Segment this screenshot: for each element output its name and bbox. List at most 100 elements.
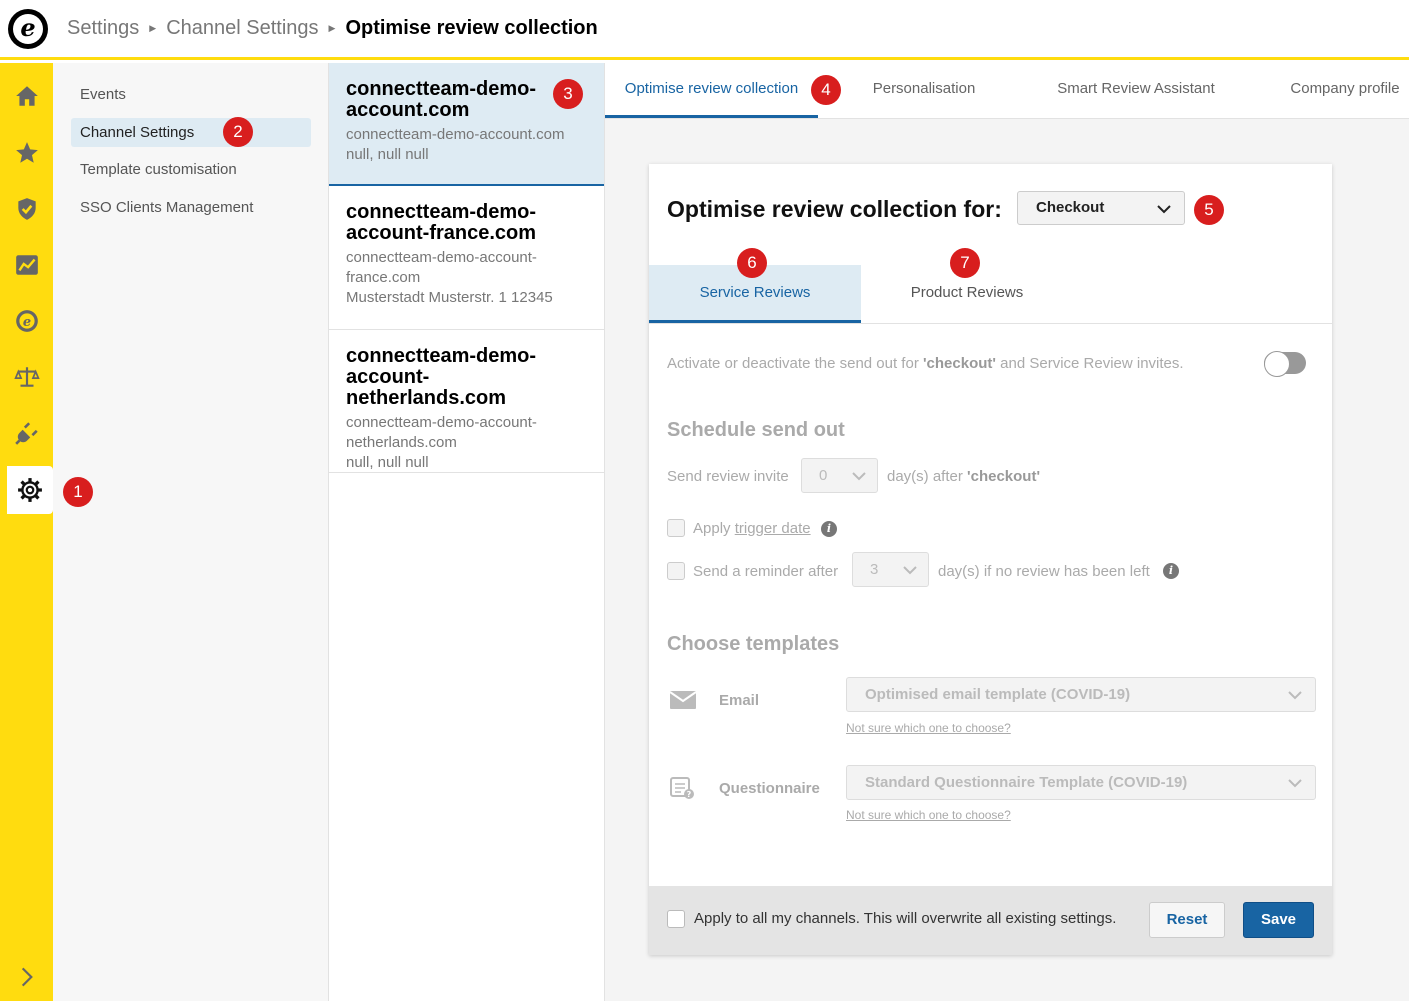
- gear-icon: [18, 478, 42, 502]
- channel-domain: connectteam-demo-account.com: [346, 126, 565, 143]
- rail-analytics[interactable]: [0, 241, 53, 289]
- rail-reviews[interactable]: [0, 129, 53, 177]
- breadcrumb: Settings ▶ Channel Settings ▶ Optimise r…: [67, 17, 598, 40]
- annotation-badge: 3: [553, 79, 583, 109]
- rail-settings[interactable]: [7, 466, 53, 514]
- schedule-heading: Schedule send out: [667, 419, 845, 441]
- send-invite-label: Send review invite: [667, 468, 789, 485]
- annotation-badge: 1: [63, 477, 93, 507]
- annotation-badge: 6: [737, 248, 767, 278]
- reminder-days-select[interactable]: 3: [852, 552, 929, 587]
- questionnaire-template-select[interactable]: Standard Questionnaire Template (COVID-1…: [846, 765, 1316, 800]
- svg-text:e: e: [22, 315, 30, 330]
- top-bar: e Settings ▶ Channel Settings ▶ Optimise…: [0, 0, 1409, 60]
- send-reminder-checkbox[interactable]: [667, 562, 685, 580]
- activate-text-2: and Service Review invites.: [995, 355, 1184, 372]
- questionnaire-icon: ?: [670, 777, 694, 799]
- tab-smart-review-assistant[interactable]: Smart Review Assistant: [1035, 63, 1237, 118]
- activate-description: Activate or deactivate the send out for …: [667, 355, 1184, 372]
- channel-item[interactable]: connectteam-demo-account-netherlands.com…: [329, 330, 604, 473]
- reminder-label: Send a reminder after: [693, 563, 839, 580]
- rail-expand[interactable]: [0, 953, 53, 1001]
- apply-trigger-prefix: Apply: [693, 520, 735, 537]
- annotation-badge: 5: [1194, 195, 1224, 225]
- channel-address: null, null null: [346, 454, 429, 471]
- channel-name: connectteam-demo-account.com: [346, 78, 537, 121]
- nav-item-events[interactable]: Events: [71, 80, 311, 109]
- breadcrumb-separator-icon: ▶: [149, 23, 157, 33]
- settings-nav: Events Channel Settings Template customi…: [53, 63, 329, 1001]
- apply-trigger-date-checkbox[interactable]: [667, 519, 685, 537]
- nav-item-template-customisation[interactable]: Template customisation: [71, 155, 311, 184]
- card-title: Optimise review collection for:: [667, 196, 1002, 222]
- chevron-right-icon: [21, 967, 33, 987]
- email-template-value: Optimised email template (COVID-19): [865, 686, 1131, 703]
- send-invite-days-value: 0: [819, 467, 828, 484]
- email-help-link[interactable]: Not sure which one to choose?: [846, 721, 1011, 735]
- rail-home[interactable]: [0, 72, 53, 120]
- trigger-date-link[interactable]: trigger date: [735, 520, 811, 537]
- tab-optimise-review-collection[interactable]: Optimise review collection: [605, 63, 818, 118]
- event-select[interactable]: Checkout: [1017, 191, 1185, 225]
- trusted-shops-logo[interactable]: e: [8, 8, 48, 49]
- days-after-text: day(s) after 'checkout': [887, 468, 1040, 485]
- rail-trustmark[interactable]: [0, 185, 53, 233]
- channel-domain: connectteam-demo-account-netherlands.com: [346, 414, 537, 451]
- logo-letter: e: [13, 13, 43, 44]
- annotation-badge: 4: [811, 75, 841, 105]
- tab-personalisation[interactable]: Personalisation: [841, 63, 1007, 118]
- annotation-badge: 7: [950, 248, 980, 278]
- reminder-suffix: day(s) if no review has been left: [938, 563, 1150, 580]
- svg-text:?: ?: [687, 790, 692, 799]
- event-select-value: Checkout: [1036, 199, 1105, 216]
- scales-icon: [13, 367, 40, 387]
- activate-toggle[interactable]: [1264, 351, 1306, 377]
- questionnaire-label: Questionnaire: [719, 780, 820, 797]
- apply-all-label: Apply to all my channels. This will over…: [694, 910, 1117, 927]
- nav-item-channel-settings[interactable]: Channel Settings: [71, 118, 311, 147]
- tab-company-profile[interactable]: Company profile: [1281, 63, 1409, 118]
- reset-button[interactable]: Reset: [1149, 902, 1225, 938]
- channel-item[interactable]: connectteam-demo-account-france.com conn…: [329, 186, 604, 330]
- card-footer: Apply to all my channels. This will over…: [649, 886, 1332, 955]
- email-template-select[interactable]: Optimised email template (COVID-19): [846, 677, 1316, 712]
- envelope-icon: [669, 691, 697, 709]
- reminder-days-value: 3: [870, 561, 879, 578]
- nav-item-sso-clients[interactable]: SSO Clients Management: [71, 193, 311, 222]
- icon-rail: e: [0, 63, 53, 1001]
- info-icon[interactable]: i: [1163, 563, 1179, 579]
- breadcrumb-separator-icon: ▶: [328, 23, 336, 33]
- chevron-down-icon: [852, 472, 866, 481]
- rail-integrations[interactable]: [0, 409, 53, 457]
- channel-name: connectteam-demo-account-netherlands.com: [346, 345, 537, 409]
- send-invite-days-select[interactable]: 0: [801, 458, 878, 493]
- rail-trusted-shops[interactable]: e: [0, 297, 53, 345]
- breadcrumb-channel-settings[interactable]: Channel Settings: [166, 17, 318, 40]
- questionnaire-template-value: Standard Questionnaire Template (COVID-1…: [865, 774, 1188, 791]
- info-icon[interactable]: i: [821, 521, 837, 537]
- email-label: Email: [719, 692, 760, 709]
- activate-event: 'checkout': [922, 355, 996, 372]
- save-button[interactable]: Save: [1243, 902, 1314, 938]
- chevron-down-icon: [1288, 691, 1302, 700]
- activate-text-1: Activate or deactivate the send out for: [667, 355, 923, 372]
- review-collection-card: Optimise review collection for: Checkout…: [649, 164, 1332, 955]
- channel-address: Musterstadt Musterstr. 1 12345: [346, 289, 553, 306]
- channel-address: null, null null: [346, 146, 429, 163]
- days-after-label: day(s) after: [887, 468, 968, 485]
- annotation-badge: 2: [223, 117, 253, 147]
- home-icon: [15, 86, 38, 106]
- channel-domain: connectteam-demo-account-france.com: [346, 249, 537, 286]
- star-icon: [15, 142, 38, 163]
- chart-icon: [15, 255, 38, 275]
- trusted-shops-icon: e: [15, 310, 38, 332]
- settings-tabs: Optimise review collection Personalisati…: [605, 63, 1409, 119]
- days-after-event: 'checkout': [967, 468, 1041, 485]
- shield-check-icon: [17, 198, 36, 220]
- plug-icon: [14, 422, 38, 445]
- questionnaire-help-link[interactable]: Not sure which one to choose?: [846, 808, 1011, 822]
- breadcrumb-settings[interactable]: Settings: [67, 17, 139, 40]
- apply-all-checkbox[interactable]: [667, 910, 685, 928]
- templates-heading: Choose templates: [667, 633, 840, 655]
- rail-legal[interactable]: [0, 353, 53, 401]
